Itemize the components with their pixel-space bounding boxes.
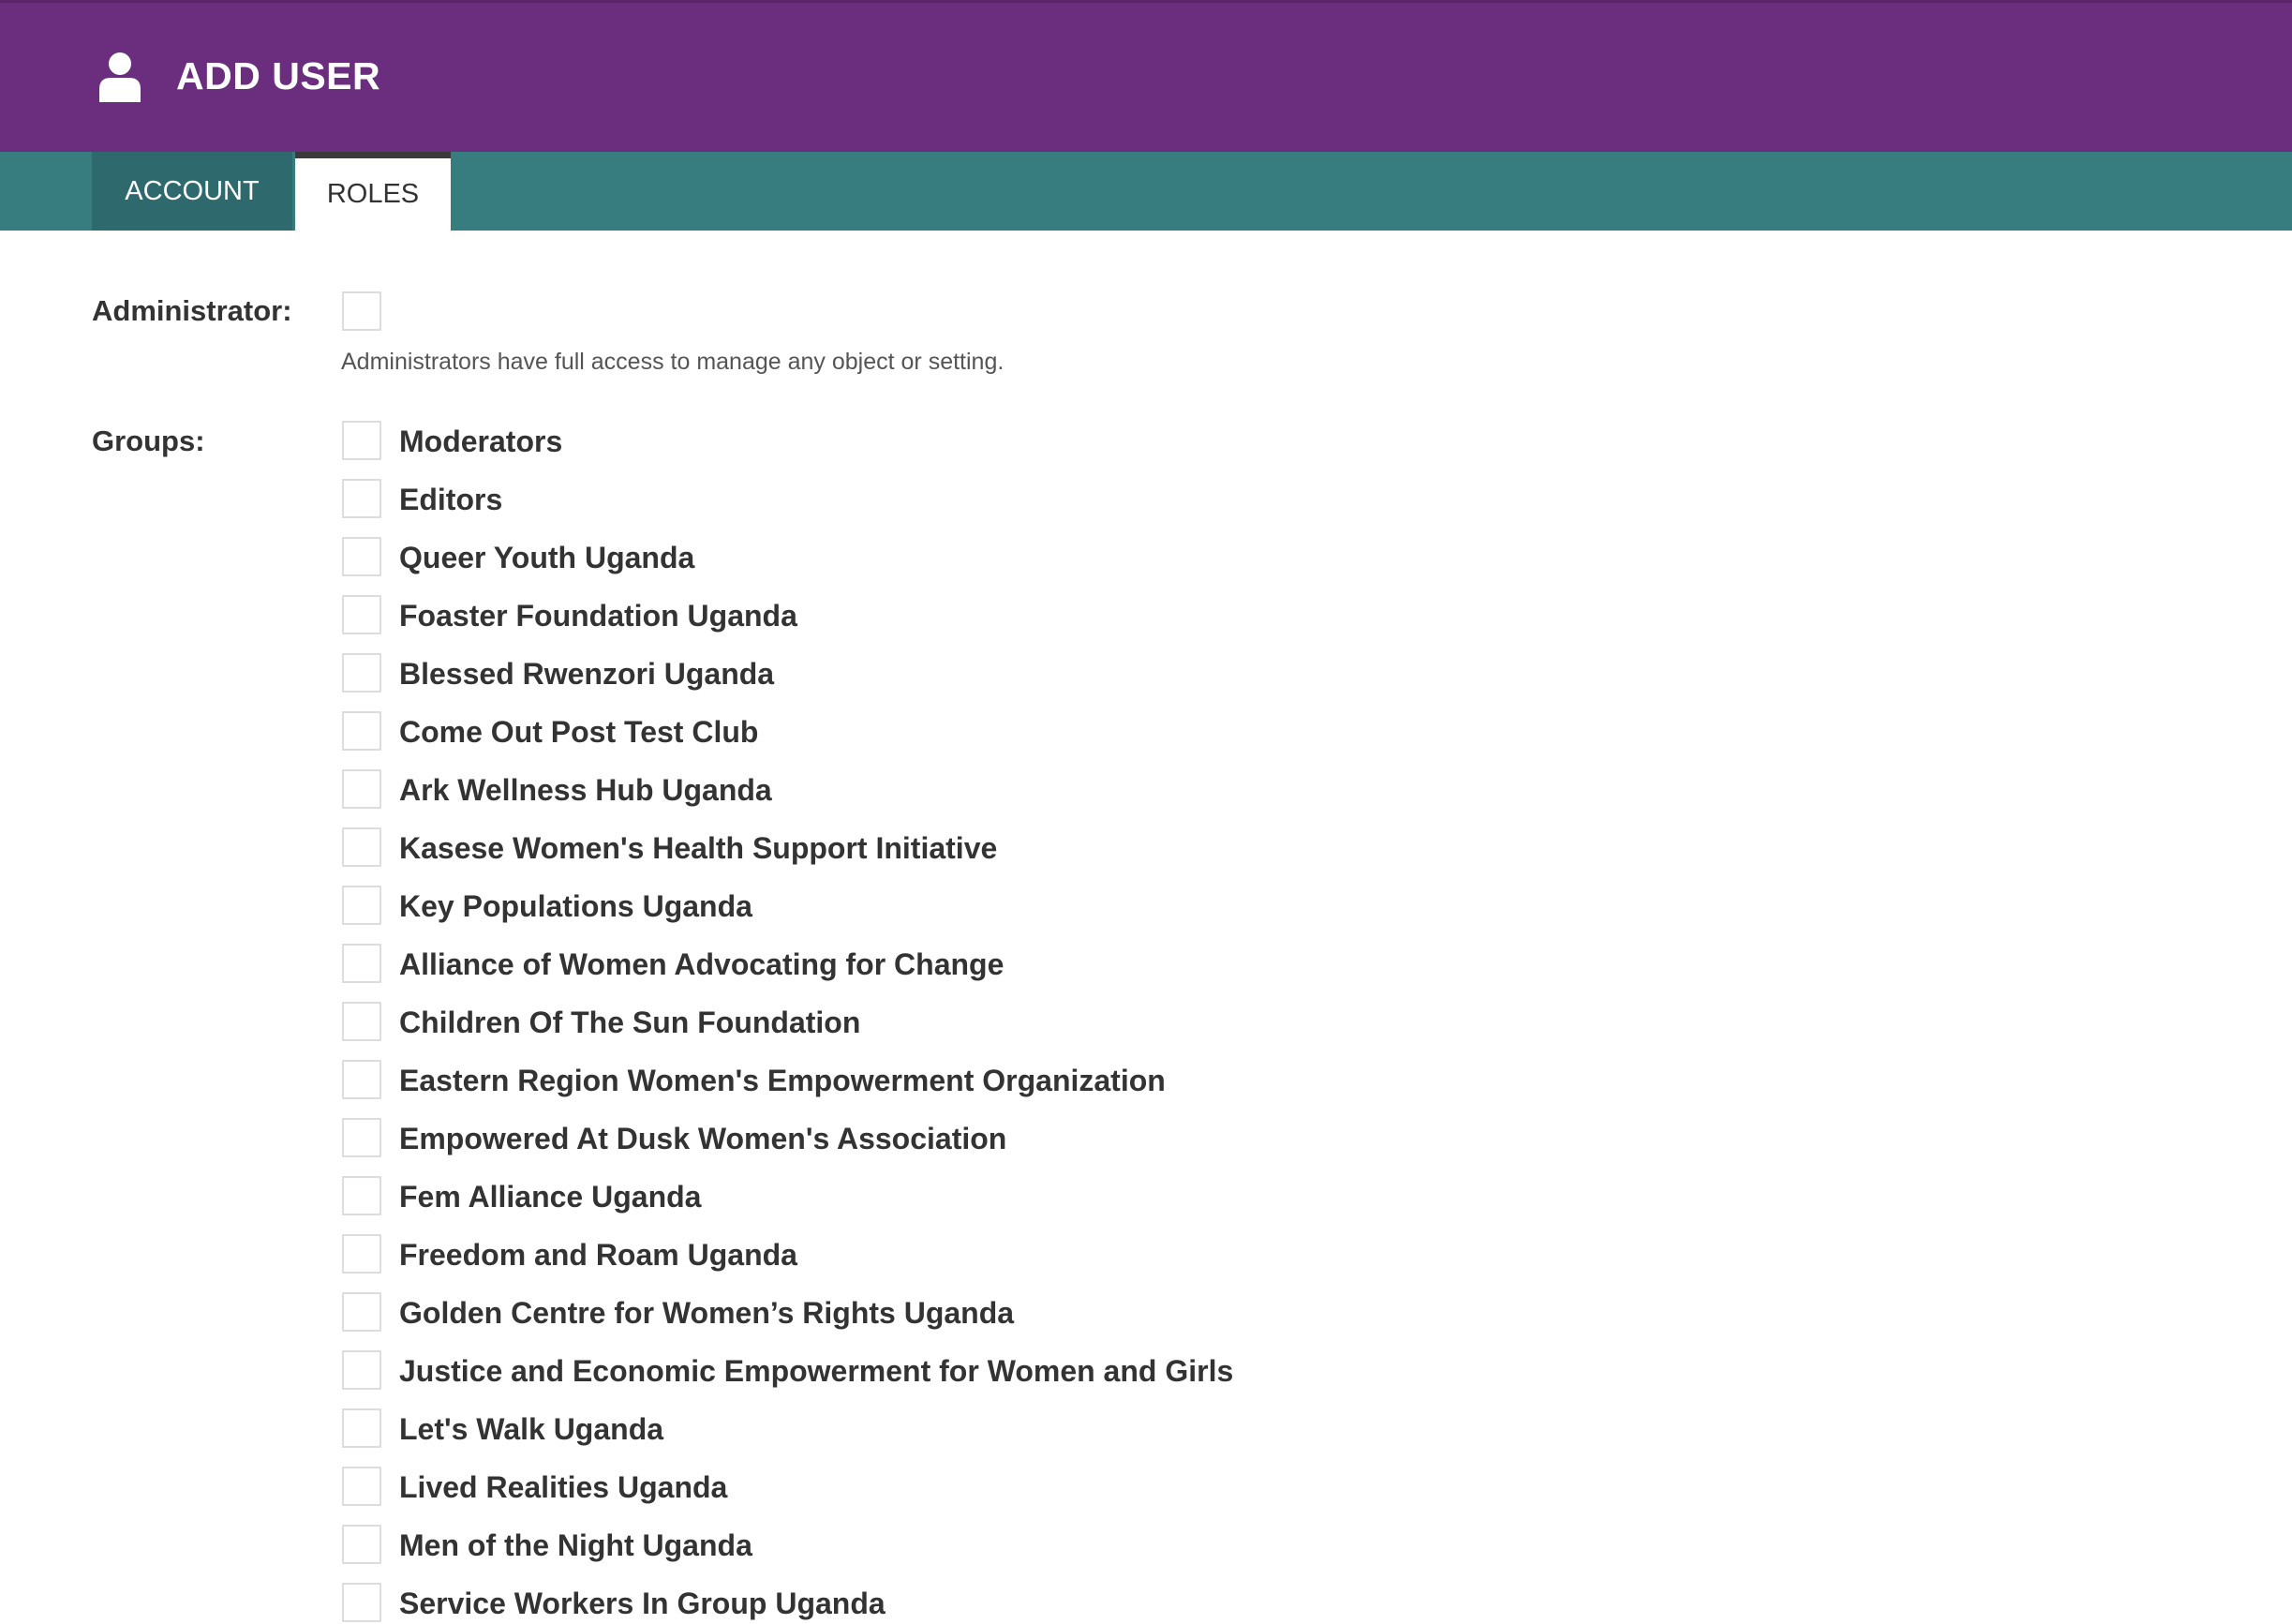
group-checkbox[interactable] bbox=[342, 1408, 381, 1448]
group-label: Kasese Women's Health Support Initiative bbox=[399, 831, 998, 865]
group-row[interactable]: Blessed Rwenzori Uganda bbox=[342, 653, 1841, 694]
group-checkbox[interactable] bbox=[342, 1002, 381, 1041]
administrator-label: Administrator: bbox=[92, 294, 292, 327]
administrator-checkbox[interactable] bbox=[342, 291, 381, 331]
group-row[interactable]: Lived Realities Uganda bbox=[342, 1467, 1841, 1508]
group-label: Men of the Night Uganda bbox=[399, 1528, 752, 1562]
group-checkbox[interactable] bbox=[342, 1060, 381, 1099]
group-label: Come Out Post Test Club bbox=[399, 715, 759, 749]
group-row[interactable]: Let's Walk Uganda bbox=[342, 1408, 1841, 1450]
group-row[interactable]: Empowered At Dusk Women's Association bbox=[342, 1118, 1841, 1159]
group-checkbox[interactable] bbox=[342, 1350, 381, 1390]
group-checkbox[interactable] bbox=[342, 1118, 381, 1157]
group-checkbox[interactable] bbox=[342, 1525, 381, 1564]
group-label: Queer Youth Uganda bbox=[399, 541, 695, 574]
group-row[interactable]: Eastern Region Women's Empowerment Organ… bbox=[342, 1060, 1841, 1101]
group-row[interactable]: Kasese Women's Health Support Initiative bbox=[342, 827, 1841, 869]
group-label: Moderators bbox=[399, 425, 563, 458]
group-label: Justice and Economic Empowerment for Wom… bbox=[399, 1354, 1234, 1388]
group-row[interactable]: Children Of The Sun Foundation bbox=[342, 1002, 1841, 1043]
group-row[interactable]: Key Populations Uganda bbox=[342, 886, 1841, 927]
group-label: Let's Walk Uganda bbox=[399, 1412, 664, 1446]
group-checkbox[interactable] bbox=[342, 886, 381, 925]
page-title: ADD USER bbox=[176, 54, 381, 97]
group-checkbox[interactable] bbox=[342, 653, 381, 693]
group-label: Ark Wellness Hub Uganda bbox=[399, 773, 772, 807]
group-row[interactable]: Men of the Night Uganda bbox=[342, 1525, 1841, 1566]
group-checkbox[interactable] bbox=[342, 537, 381, 576]
group-label: Fem Alliance Uganda bbox=[399, 1180, 702, 1214]
group-row[interactable]: Ark Wellness Hub Uganda bbox=[342, 769, 1841, 811]
administrator-help-text: Administrators have full access to manag… bbox=[341, 349, 1005, 375]
group-row[interactable]: Editors bbox=[342, 479, 1841, 520]
group-row[interactable]: Service Workers In Group Uganda bbox=[342, 1583, 1841, 1624]
group-row[interactable]: Moderators bbox=[342, 421, 1841, 462]
group-checkbox[interactable] bbox=[342, 1467, 381, 1506]
group-row[interactable]: Foaster Foundation Uganda bbox=[342, 595, 1841, 636]
group-label: Key Populations Uganda bbox=[399, 889, 752, 923]
group-checkbox[interactable] bbox=[342, 1176, 381, 1215]
group-label: Blessed Rwenzori Uganda bbox=[399, 657, 775, 691]
page-header: ADD USER bbox=[0, 0, 2292, 152]
tab-roles[interactable]: ROLES bbox=[295, 152, 451, 231]
groups-label: Groups: bbox=[92, 425, 205, 457]
group-row[interactable]: Queer Youth Uganda bbox=[342, 537, 1841, 578]
group-label: Empowered At Dusk Women's Association bbox=[399, 1122, 1007, 1155]
group-row[interactable]: Justice and Economic Empowerment for Wom… bbox=[342, 1350, 1841, 1392]
group-label: Golden Centre for Women’s Rights Uganda bbox=[399, 1296, 1015, 1330]
group-label: Lived Realities Uganda bbox=[399, 1470, 728, 1504]
group-checkbox[interactable] bbox=[342, 1583, 381, 1622]
group-label: Service Workers In Group Uganda bbox=[399, 1587, 886, 1620]
group-checkbox[interactable] bbox=[342, 711, 381, 751]
group-row[interactable]: Freedom and Roam Uganda bbox=[342, 1234, 1841, 1275]
group-checkbox[interactable] bbox=[342, 479, 381, 518]
tab-account[interactable]: ACCOUNT bbox=[92, 152, 292, 231]
group-checkbox[interactable] bbox=[342, 827, 381, 867]
tab-bar: ACCOUNT ROLES bbox=[0, 152, 2292, 231]
group-label: Alliance of Women Advocating for Change bbox=[399, 947, 1005, 981]
user-icon bbox=[99, 52, 141, 102]
group-label: Children Of The Sun Foundation bbox=[399, 1006, 861, 1039]
group-row[interactable]: Fem Alliance Uganda bbox=[342, 1176, 1841, 1217]
group-row[interactable]: Golden Centre for Women’s Rights Uganda bbox=[342, 1292, 1841, 1333]
group-label: Foaster Foundation Uganda bbox=[399, 599, 797, 633]
group-label: Editors bbox=[399, 483, 503, 516]
group-checkbox[interactable] bbox=[342, 595, 381, 634]
group-checkbox[interactable] bbox=[342, 944, 381, 983]
group-checkbox[interactable] bbox=[342, 1234, 381, 1274]
group-row[interactable]: Come Out Post Test Club bbox=[342, 711, 1841, 752]
group-checkbox[interactable] bbox=[342, 1292, 381, 1332]
group-label: Freedom and Roam Uganda bbox=[399, 1238, 797, 1272]
group-row[interactable]: Alliance of Women Advocating for Change bbox=[342, 944, 1841, 985]
group-checkbox[interactable] bbox=[342, 769, 381, 809]
group-label: Eastern Region Women's Empowerment Organ… bbox=[399, 1064, 1166, 1097]
group-checkbox[interactable] bbox=[342, 421, 381, 460]
